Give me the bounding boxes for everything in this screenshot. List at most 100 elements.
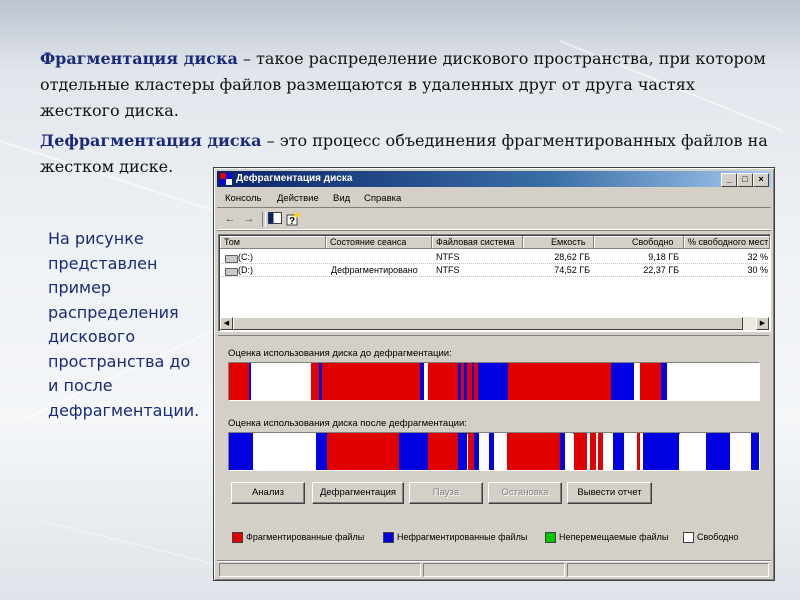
legend-swatch xyxy=(232,532,243,543)
legend-label: Фрагментированные файлы xyxy=(246,532,365,542)
usage-segment-contiguous xyxy=(613,433,624,470)
definition-fragmentation: Фрагментация диска – такое распределение… xyxy=(40,46,770,124)
usage-segment-fragmented xyxy=(229,363,249,400)
usage-segment-free xyxy=(252,433,317,470)
minimize-button[interactable]: _ xyxy=(721,173,737,187)
usage-segment-free xyxy=(479,433,489,470)
col-header-free-percent[interactable]: % свободного мест xyxy=(684,236,770,249)
usage-segment-fragmented xyxy=(327,433,399,470)
console-tree-icon[interactable] xyxy=(267,212,283,226)
col-header-volume[interactable]: Том xyxy=(220,236,326,249)
usage-segment-fragmented xyxy=(322,363,420,400)
status-pane xyxy=(567,563,769,577)
usage-segment-fragmented xyxy=(311,363,320,400)
cell-fs: NTFS xyxy=(436,252,460,262)
usage-segment-free xyxy=(494,433,508,470)
usage-segment-free xyxy=(565,433,574,470)
after-label: Оценка использования диска после дефрагм… xyxy=(228,418,467,429)
cell-free-percent: 30 % xyxy=(747,265,768,275)
maximize-button[interactable]: □ xyxy=(737,173,753,187)
usage-segment-contiguous xyxy=(751,433,759,470)
after-usage-bar xyxy=(228,432,760,471)
menu-console[interactable]: Консоль xyxy=(225,193,262,204)
background-streak xyxy=(39,520,235,570)
toolbar-separator xyxy=(262,212,266,227)
usage-segment-free xyxy=(623,433,638,470)
scroll-right-icon[interactable]: ▶ xyxy=(756,317,769,330)
usage-segment-free xyxy=(729,433,752,470)
stop-button[interactable]: Остановка xyxy=(488,482,562,504)
close-button[interactable]: × xyxy=(753,173,769,187)
usage-segment-free xyxy=(666,363,759,400)
before-usage-bar xyxy=(228,362,760,401)
col-header-free[interactable]: Свободно xyxy=(594,236,684,249)
menu-help[interactable]: Справка xyxy=(364,193,401,204)
cell-capacity: 74,52 ГБ xyxy=(554,265,590,275)
svg-text:?: ? xyxy=(289,216,295,226)
horizontal-scrollbar[interactable]: ◀ ▶ xyxy=(220,317,769,330)
usage-segment-contiguous xyxy=(610,363,635,400)
before-label: Оценка использования диска до дефрагмент… xyxy=(228,348,452,359)
toolbar: ← → ? xyxy=(217,209,771,230)
usage-segment-contiguous xyxy=(457,433,468,470)
report-button[interactable]: Вывести отчет xyxy=(567,482,652,504)
scrollbar-thumb[interactable] xyxy=(233,317,743,330)
window-title: Дефрагментация диска xyxy=(236,173,353,184)
usage-segment-fragmented xyxy=(507,433,561,470)
usage-segment-fragmented xyxy=(573,433,588,470)
legend-label: Свободно xyxy=(697,532,739,542)
analyze-button[interactable]: Анализ xyxy=(231,482,305,504)
help-icon[interactable]: ? xyxy=(285,212,301,227)
term-fragmentation: Фрагментация диска xyxy=(40,49,238,68)
scroll-left-icon[interactable]: ◀ xyxy=(220,317,233,330)
status-bar xyxy=(217,560,771,577)
usage-segment-contiguous xyxy=(316,433,328,470)
usage-segment-fragmented xyxy=(507,363,611,400)
col-header-status[interactable]: Состояние сеанса xyxy=(326,236,432,249)
defrag-app-icon xyxy=(220,173,232,185)
term-defragmentation: Дефрагментация диска xyxy=(40,131,262,150)
legend-swatch xyxy=(383,532,394,543)
status-pane xyxy=(219,563,421,577)
figure-caption: На рисунке представлен пример распределе… xyxy=(48,229,200,420)
back-arrow-icon[interactable]: ← xyxy=(222,212,238,226)
defrag-window: Дефрагментация диска _ □ × Консоль Дейст… xyxy=(213,167,775,581)
cell-capacity: 28,62 ГБ xyxy=(554,252,590,262)
forward-arrow-icon[interactable]: → xyxy=(241,212,257,226)
pause-button[interactable]: Пауза xyxy=(409,482,483,504)
usage-segment-free xyxy=(250,363,312,400)
usage-segment-free xyxy=(679,433,706,470)
row-divider xyxy=(221,276,768,277)
analysis-panel: Оценка использования диска до дефрагмент… xyxy=(218,335,769,557)
legend-label: Нефрагментированные файлы xyxy=(397,532,528,542)
usage-segment-fragmented xyxy=(427,433,458,470)
cell-status: Дефрагментировано xyxy=(331,265,418,275)
usage-segment-fragmented xyxy=(639,363,661,400)
usage-segment-free xyxy=(602,433,614,470)
usage-segment-contiguous xyxy=(478,363,508,400)
title-bar[interactable]: Дефрагментация диска _ □ × xyxy=(217,171,771,187)
col-header-capacity[interactable]: Емкость xyxy=(523,236,594,249)
defragment-button[interactable]: Дефрагментация xyxy=(312,482,404,504)
cell-fs: NTFS xyxy=(436,265,460,275)
cell-free-percent: 32 % xyxy=(747,252,768,262)
usage-segment-contiguous xyxy=(646,433,680,470)
cell-volume: (C:) xyxy=(238,252,253,262)
legend-swatch xyxy=(545,532,556,543)
status-pane xyxy=(423,563,565,577)
usage-segment-fragmented xyxy=(427,363,458,400)
usage-segment-contiguous xyxy=(398,433,428,470)
hard-drive-icon xyxy=(225,268,238,276)
cell-free: 9,18 ГБ xyxy=(648,252,679,262)
legend-label: Неперемещаемые файлы xyxy=(559,532,669,542)
legend-swatch xyxy=(683,532,694,543)
cell-volume: (D:) xyxy=(238,265,253,275)
volume-list: Том Состояние сеанса Файловая система Ем… xyxy=(218,234,771,332)
col-header-filesystem[interactable]: Файловая система xyxy=(432,236,523,249)
cell-free: 22,37 ГБ xyxy=(643,265,679,275)
menu-view[interactable]: Вид xyxy=(333,193,350,204)
menu-bar: Консоль Действие Вид Справка xyxy=(217,190,771,208)
menu-action[interactable]: Действие xyxy=(277,193,319,204)
usage-segment-contiguous xyxy=(229,433,253,470)
usage-segment-contiguous xyxy=(706,433,730,470)
